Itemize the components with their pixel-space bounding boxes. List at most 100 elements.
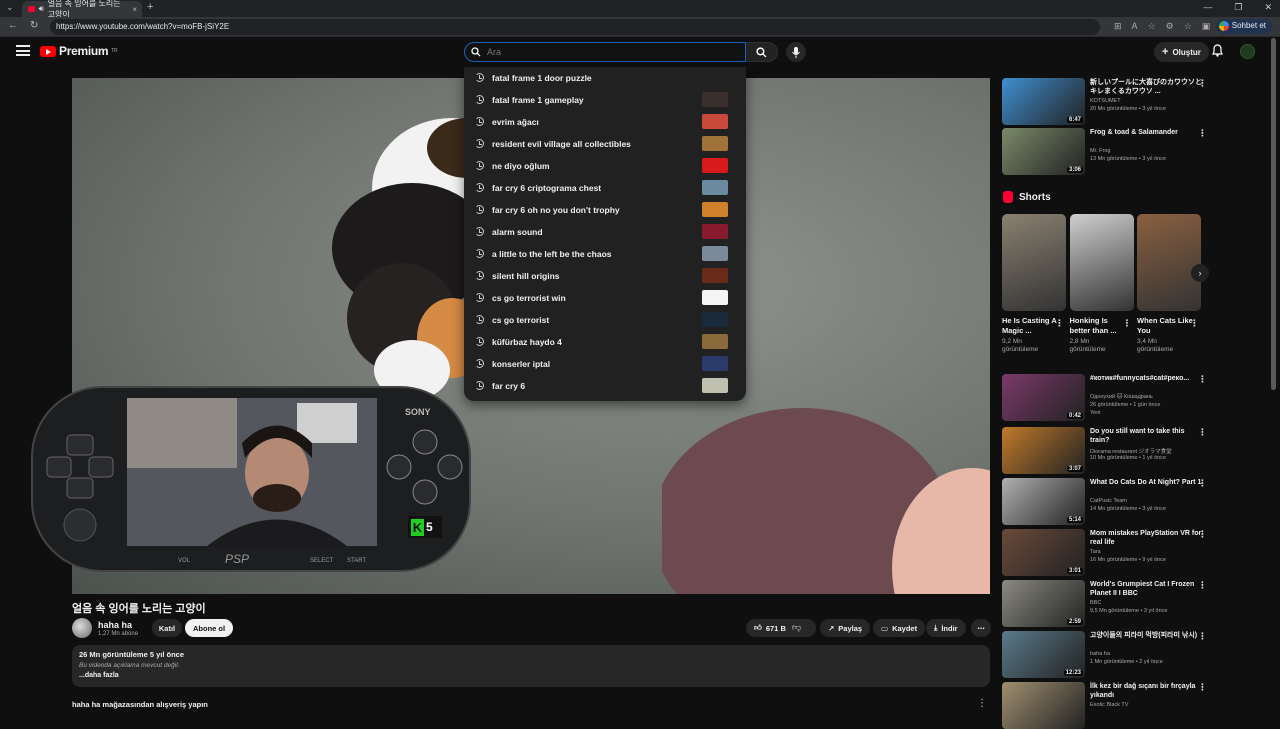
more-options-icon[interactable]: ⋮	[1055, 318, 1064, 329]
window-close-icon[interactable]: ✕	[1264, 2, 1272, 13]
related-video-title[interactable]: What Do Cats Do At Night? Part 1	[1090, 478, 1202, 487]
more-options-icon[interactable]: ⋮	[1198, 580, 1207, 591]
video-thumbnail[interactable]: 3:06	[1002, 128, 1085, 175]
save-button[interactable]: ▭ Kaydet	[873, 619, 926, 637]
short-title[interactable]: He Is Casting A Magic ...	[1002, 316, 1058, 336]
short-thumbnail[interactable]	[1069, 214, 1134, 311]
collections-icon[interactable]: ▣	[1202, 21, 1211, 32]
like-button[interactable]: 👍︎ 671 B	[746, 619, 816, 637]
new-tab-icon[interactable]: +	[147, 1, 153, 13]
more-options-icon[interactable]: ⋮	[1198, 374, 1207, 385]
search-box[interactable]	[464, 42, 746, 62]
suggestion-item[interactable]: cs go terrorist win	[464, 287, 746, 309]
video-thumbnail[interactable]: 3:01	[1002, 529, 1085, 576]
suggestion-item[interactable]: far cry 6 criptograma chest	[464, 177, 746, 199]
create-button[interactable]: + Oluştur	[1154, 42, 1209, 62]
more-options-icon[interactable]: ⋮	[1198, 427, 1207, 438]
related-channel-name[interactable]: BBC	[1090, 600, 1101, 606]
more-options-icon[interactable]: ⋮	[1198, 682, 1207, 693]
related-channel-name[interactable]: Diorama restaurant ジオラマ食堂	[1090, 447, 1172, 455]
related-channel-name[interactable]: Tara	[1090, 549, 1101, 555]
more-options-icon[interactable]: ⋮	[1198, 478, 1207, 489]
maximize-icon[interactable]: ❐	[1234, 2, 1242, 13]
video-thumbnail[interactable]: 6:47	[1002, 78, 1085, 125]
related-channel-name[interactable]: Mr. Frog	[1090, 148, 1110, 154]
more-options-icon[interactable]: ⋮	[1198, 78, 1207, 89]
back-icon[interactable]: ←	[8, 20, 18, 31]
more-options-icon[interactable]: ⋮	[1198, 529, 1207, 540]
channel-name[interactable]: haha ha	[98, 620, 132, 630]
suggestion-item[interactable]: resident evil village all collectibles	[464, 133, 746, 155]
bookmark-star-icon[interactable]: ☆	[1148, 21, 1156, 32]
tab-close-icon[interactable]: ×	[132, 5, 137, 14]
related-video-title[interactable]: 고양이들의 피라미 먹방(피라미 낚시)	[1090, 631, 1202, 640]
suggestion-item[interactable]: alarm sound	[464, 221, 746, 243]
more-options-icon[interactable]: ⋮	[1123, 318, 1132, 329]
shorts-next-arrow-icon[interactable]: ›	[1191, 264, 1209, 282]
reload-icon[interactable]: ↻	[30, 20, 38, 31]
thumbs-down-icon[interactable]: 👎︎	[792, 622, 801, 633]
video-thumbnail[interactable]	[1002, 682, 1085, 729]
translate-icon[interactable]: A	[1132, 21, 1138, 32]
short-item[interactable]: Honking Is better than ... 2,8 Mn görüntü…	[1069, 214, 1134, 354]
tab-search-icon[interactable]: ⌄	[6, 2, 14, 13]
more-options-icon[interactable]: ⋮	[1198, 631, 1207, 642]
video-thumbnail[interactable]: 2:59	[1002, 580, 1085, 627]
install-icon[interactable]: ⊞	[1114, 21, 1122, 32]
suggestion-item[interactable]: cs go terrorist	[464, 309, 746, 331]
download-button[interactable]: ⤓ İndir	[926, 619, 966, 637]
short-item[interactable]: When Cats Like You 3,4 Mn görüntüleme ⋮	[1137, 214, 1201, 354]
related-channel-name[interactable]: Одноухий 🐱 Кошадрань	[1090, 394, 1153, 400]
youtube-logo[interactable]: Premium TR	[40, 44, 118, 58]
suggestion-item[interactable]: evrim ağacı	[464, 111, 746, 133]
browser-tab[interactable]: 🔊︎ 얼음 속 잉어를 노리는 고양이 ×	[22, 0, 142, 19]
related-video-title[interactable]: Frog & toad & Salamander	[1090, 128, 1202, 137]
related-video-title[interactable]: İlk kez bir dağ sıçanı bir fırçayla yıka…	[1090, 682, 1202, 700]
video-thumbnail[interactable]: 3:07	[1002, 427, 1085, 474]
suggestion-item[interactable]: ne diyo oğlum	[464, 155, 746, 177]
search-button[interactable]	[746, 42, 778, 62]
related-channel-name[interactable]: Exotic Black TV	[1090, 702, 1128, 708]
related-channel-name[interactable]: haha ha	[1090, 651, 1110, 657]
short-title[interactable]: When Cats Like You	[1137, 316, 1193, 336]
short-thumbnail[interactable]	[1137, 214, 1201, 311]
suggestion-item[interactable]: fatal frame 1 gameplay	[464, 89, 746, 111]
notifications-bell-icon[interactable]	[1212, 44, 1223, 57]
more-options-icon[interactable]: ⋮	[1190, 318, 1199, 329]
extension-icon[interactable]: ⚙	[1166, 21, 1174, 32]
related-video-title[interactable]: 新しいプールに大喜びのカワウソとキレまくるカワウソ ...	[1090, 78, 1202, 96]
short-item[interactable]: He Is Casting A Magic ... 9,2 Mn görüntül…	[1002, 214, 1066, 354]
subscribe-button[interactable]: Abone ol	[185, 619, 234, 637]
video-thumbnail[interactable]: 5:14	[1002, 478, 1085, 525]
suggestion-item[interactable]: far cry 6 oh no you don't trophy	[464, 199, 746, 221]
suggestion-item[interactable]: konserler iptal	[464, 353, 746, 375]
related-channel-name[interactable]: CatPusic Team	[1090, 498, 1127, 504]
account-avatar[interactable]	[1240, 44, 1255, 59]
suggestion-item[interactable]: far cry 6	[464, 375, 746, 397]
suggestion-item[interactable]: a little to the left be the chaos	[464, 243, 746, 265]
page-scrollbar[interactable]	[1271, 38, 1276, 390]
search-input[interactable]	[487, 47, 727, 57]
chat-button[interactable]: Sohbet et	[1215, 19, 1272, 34]
favorites-icon[interactable]: ☆	[1184, 21, 1192, 32]
related-video-title[interactable]: World's Grumpiest Cat I Frozen Planet II…	[1090, 580, 1202, 598]
video-thumbnail[interactable]: 0:42	[1002, 374, 1085, 421]
share-button[interactable]: ↗ Paylaş	[820, 619, 871, 637]
show-more-link[interactable]: ...daha fazla	[79, 672, 983, 679]
suggestion-item[interactable]: silent hill origins	[464, 265, 746, 287]
voice-search-button[interactable]	[786, 42, 806, 62]
short-title[interactable]: Honking Is better than ...	[1070, 316, 1126, 336]
suggestion-item[interactable]: küfürbaz haydo 4	[464, 331, 746, 353]
suggestion-item[interactable]: fatal frame 1 door puzzle	[464, 67, 746, 89]
short-thumbnail[interactable]	[1002, 214, 1066, 311]
related-channel-name[interactable]: KOTSUMET	[1090, 98, 1121, 104]
related-video-title[interactable]: Mom mistakes PlayStation VR for real lif…	[1090, 529, 1202, 547]
hamburger-menu-icon[interactable]	[16, 45, 30, 56]
description-box[interactable]: 26 Mn görüntüleme 5 yıl önce Bu videoda …	[72, 645, 990, 687]
related-video-title[interactable]: Do you still want to take this train?	[1090, 427, 1202, 445]
url-field[interactable]: https://www.youtube.com/watch?v=moFB-jSi…	[50, 19, 1100, 35]
store-more-icon[interactable]: ⋮	[977, 698, 987, 709]
more-actions-button[interactable]: ⋯	[971, 619, 991, 637]
minimize-icon[interactable]: —	[1203, 2, 1212, 13]
join-button[interactable]: Katıl	[152, 619, 182, 637]
